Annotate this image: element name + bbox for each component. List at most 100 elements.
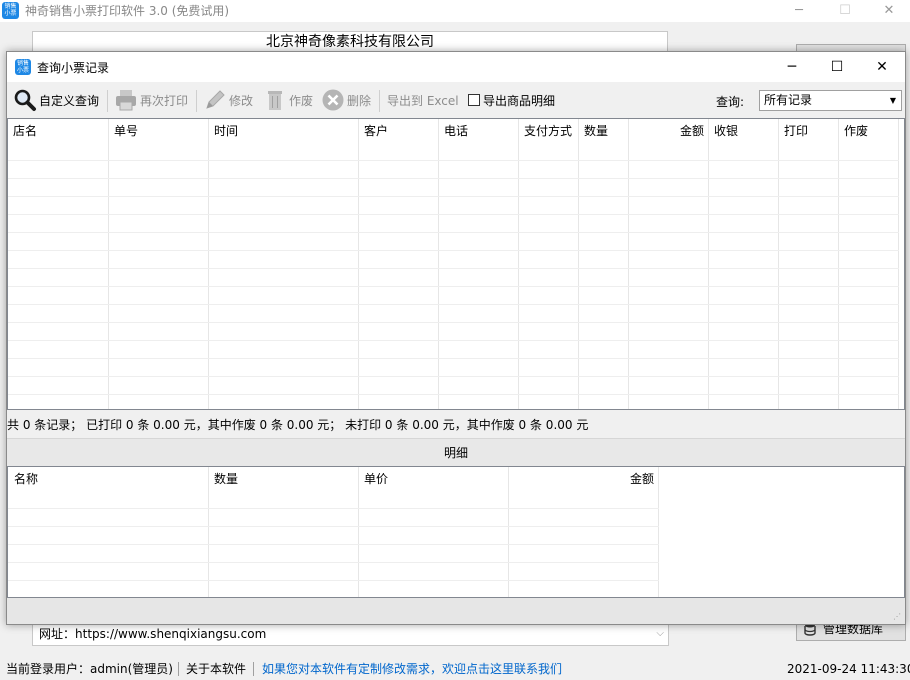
query-select[interactable]: 所有记录 ▼	[759, 90, 902, 111]
column-header-printed[interactable]: 打印	[779, 119, 808, 143]
column-header-payment[interactable]: 支付方式	[519, 119, 572, 143]
grid-row-line	[8, 322, 899, 323]
status-bar: 当前登录用户：admin(管理员) 关于本软件 如果您对本软件有定制修改需求，欢…	[0, 658, 910, 680]
export-excel-button[interactable]: 导出到 Excel	[387, 87, 459, 113]
main-window-title: 神奇销售小票打印软件 3.0 (免费试用)	[25, 4, 230, 18]
grid-column-line	[628, 119, 629, 409]
dialog-bottom-bar: ⋰	[7, 598, 905, 624]
export-items-label: 导出商品明细	[483, 93, 556, 108]
grid-row-line	[8, 250, 899, 251]
dialog-close-button[interactable]: ✕	[859, 52, 905, 82]
grid-row-line	[8, 286, 899, 287]
minimize-icon: ─	[795, 3, 803, 18]
grid-row-line	[8, 394, 899, 395]
detail-table[interactable]: 名称 数量 单价 金额	[7, 466, 905, 598]
dialog-title: 查询小票记录	[37, 61, 110, 75]
grid-row-line	[8, 562, 659, 563]
grid-column-line	[508, 467, 509, 597]
app-logo-text: 销售小票	[4, 3, 17, 17]
grid-row-line	[8, 178, 899, 179]
edit-button[interactable]: 修改	[203, 87, 253, 113]
records-table[interactable]: 店名 单号 时间 客户 电话 支付方式 数量 金额 收银 打印 作废	[7, 118, 905, 410]
column-header-quantity[interactable]: 数量	[579, 119, 608, 143]
summary-text: 共 0 条记录； 已打印 0 条 0.00 元，其中作废 0 条 0.00 元；…	[7, 418, 589, 432]
chevron-down-icon[interactable]: ⌵	[656, 623, 664, 645]
grid-column-line	[578, 119, 579, 409]
void-label: 作废	[289, 93, 314, 108]
column-header-phone[interactable]: 电话	[439, 119, 468, 143]
close-icon: ✕	[883, 3, 895, 18]
checkbox-box[interactable]	[468, 94, 480, 106]
main-maximize-button[interactable]: ☐	[822, 0, 868, 22]
grid-column-line	[108, 119, 109, 409]
delete-circle-icon	[322, 89, 344, 111]
grid-row-line	[8, 580, 659, 581]
grid-column-line	[438, 119, 439, 409]
custom-query-label: 自定义查询	[39, 93, 100, 108]
column-header-item-quantity[interactable]: 数量	[209, 467, 238, 491]
toolbar-separator	[196, 90, 197, 112]
column-header-item-name[interactable]: 名称	[9, 467, 38, 491]
grid-column-line	[358, 467, 359, 597]
reprint-button[interactable]: 再次打印	[114, 87, 188, 113]
reprint-label: 再次打印	[140, 93, 189, 108]
company-name-field[interactable]: 北京神奇像素科技有限公司	[32, 31, 668, 53]
dropdown-arrow-icon[interactable]: ▼	[890, 91, 896, 110]
query-receipts-dialog: 销售小票 查询小票记录 ─ ☐ ✕ 自定义查询 再次打印 修改 作废 删除 导出…	[6, 51, 906, 625]
export-excel-label: 导出到 Excel	[387, 93, 459, 108]
printer-icon	[116, 90, 136, 111]
column-header-cashier[interactable]: 收银	[709, 119, 738, 143]
query-select-value: 所有记录	[764, 93, 813, 107]
grid-column-line	[208, 119, 209, 409]
about-link[interactable]: 关于本软件	[186, 658, 246, 680]
main-minimize-button[interactable]: ─	[776, 0, 822, 22]
grid-row-line	[8, 508, 659, 509]
toolbar-separator	[107, 90, 108, 112]
grid-column-line	[358, 119, 359, 409]
column-header-customer[interactable]: 客户	[359, 119, 388, 143]
website-value: https://www.shenqixiangsu.com	[75, 627, 267, 641]
grid-column-line	[838, 119, 839, 409]
column-header-number[interactable]: 单号	[109, 119, 138, 143]
grid-column-line	[518, 119, 519, 409]
close-icon: ✕	[876, 59, 888, 75]
grid-row-line	[8, 160, 899, 161]
grid-row-line	[8, 358, 899, 359]
grid-row-line	[8, 214, 899, 215]
column-header-time[interactable]: 时间	[209, 119, 238, 143]
column-header-amount[interactable]: 金额	[629, 119, 709, 143]
delete-button[interactable]: 删除	[321, 87, 371, 113]
grid-row-line	[8, 196, 899, 197]
contact-link[interactable]: 如果您对本软件有定制修改需求，欢迎点击这里联系我们	[262, 658, 562, 680]
grid-column-line	[778, 119, 779, 409]
website-field[interactable]: 网址：https://www.shenqixiangsu.com ⌵	[32, 622, 669, 646]
column-header-unit-price[interactable]: 单价	[359, 467, 388, 491]
dialog-maximize-button[interactable]: ☐	[814, 52, 860, 82]
main-close-button[interactable]: ✕	[866, 0, 910, 22]
trash-icon	[268, 91, 282, 110]
status-datetime: 2021-09-24 11:43:30	[787, 662, 910, 676]
grid-column-line	[708, 119, 709, 409]
export-items-checkbox[interactable]: 导出商品明细	[468, 87, 555, 113]
grid-column-line	[208, 467, 209, 597]
grid-column-line	[658, 467, 659, 597]
pencil-icon	[206, 90, 225, 109]
grid-row-line	[8, 304, 899, 305]
resize-grip-icon[interactable]: ⋰	[893, 612, 903, 622]
custom-query-button[interactable]: 自定义查询	[13, 87, 99, 113]
main-titlebar: 销售小票 神奇销售小票打印软件 3.0 (免费试用) ─ ☐ ✕	[0, 0, 910, 22]
column-header-voided[interactable]: 作废	[839, 119, 868, 143]
toolbar-separator	[379, 90, 380, 112]
dialog-logo-icon: 销售小票	[15, 59, 31, 75]
dialog-minimize-button[interactable]: ─	[769, 52, 815, 82]
column-header-store[interactable]: 店名	[8, 119, 37, 143]
grid-row-line	[8, 544, 659, 545]
column-header-item-amount[interactable]: 金额	[509, 467, 659, 491]
status-separator	[178, 662, 179, 676]
grid-column-line	[898, 119, 899, 409]
current-user-text: 当前登录用户：admin(管理员)	[6, 662, 173, 676]
void-button[interactable]: 作废	[263, 87, 313, 113]
grid-row-line	[8, 526, 659, 527]
dialog-logo-text: 销售小票	[16, 60, 29, 74]
grid-row-line	[8, 232, 899, 233]
